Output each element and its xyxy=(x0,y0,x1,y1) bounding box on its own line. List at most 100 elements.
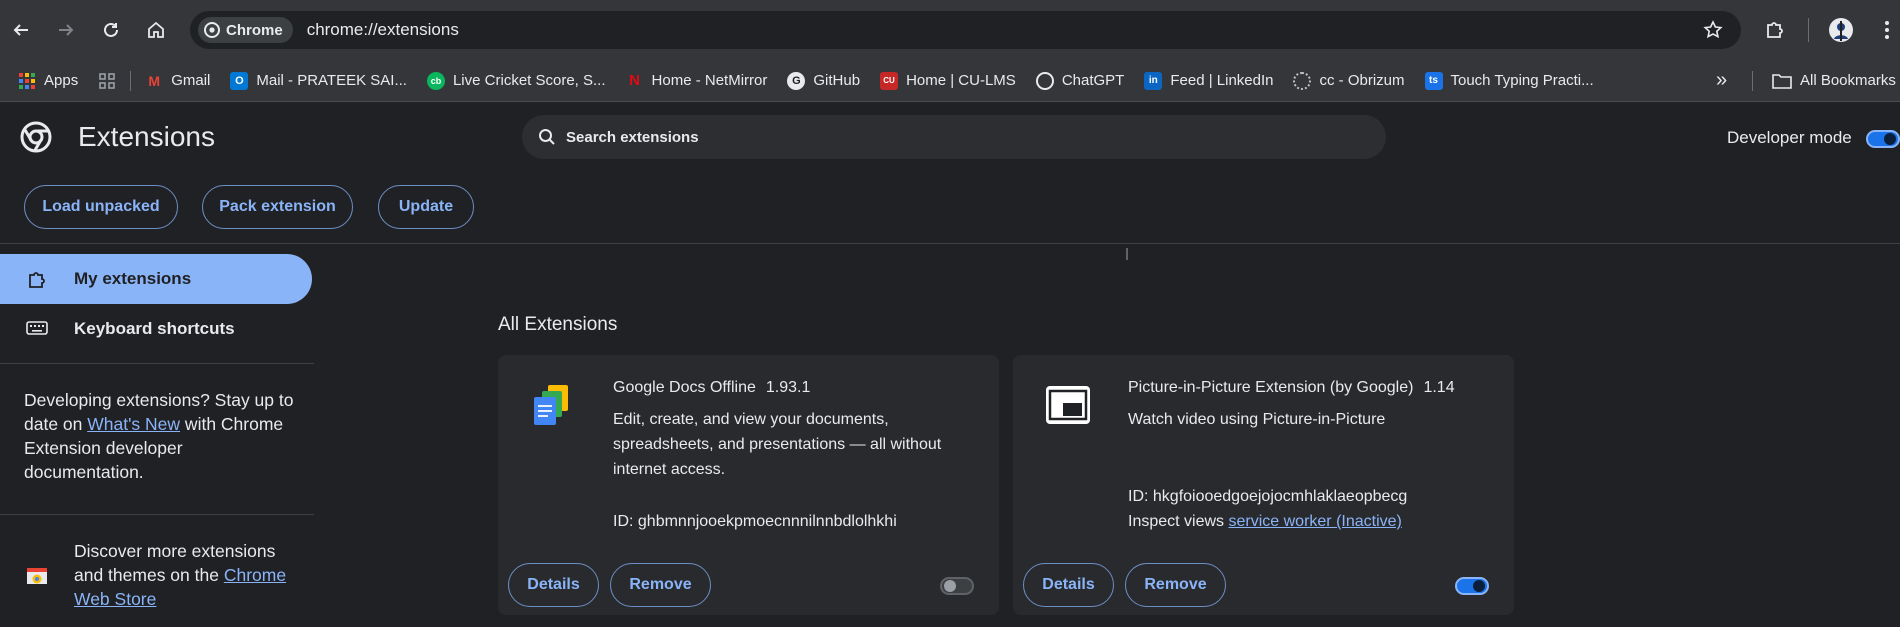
bookmark-cricbuzz[interactable]: cb Live Cricket Score, S... xyxy=(417,65,616,97)
bookmark-label: Mail - PRATEEK SAI... xyxy=(256,72,407,89)
bookmark-cu-lms[interactable]: CU Home | CU-LMS xyxy=(870,65,1026,97)
bookmark-label: ChatGPT xyxy=(1061,72,1125,89)
sidebar-item-label: Keyboard shortcuts xyxy=(74,319,235,338)
extension-card: Google Docs Offline 1.93.1 Edit, create, … xyxy=(498,355,999,615)
extension-version: 1.14 xyxy=(1423,379,1455,396)
folder-icon xyxy=(1772,73,1792,89)
cricbuzz-icon: cb xyxy=(426,71,445,90)
extension-name: Picture-in-Picture Extension (by Google)… xyxy=(1128,379,1455,397)
chrome-logo-icon xyxy=(204,22,220,38)
bookmark-gmail[interactable]: M Gmail xyxy=(135,65,220,97)
bookmark-github[interactable]: G GitHub xyxy=(777,65,870,97)
load-unpacked-button[interactable]: Load unpacked xyxy=(24,185,178,229)
developer-mode-toggle[interactable] xyxy=(1866,130,1900,148)
bookmark-label: Live Cricket Score, S... xyxy=(452,72,606,89)
reload-button[interactable] xyxy=(96,15,126,45)
chevron-double-right-icon: » xyxy=(1716,69,1728,91)
bookmark-linkedin[interactable]: in Feed | LinkedIn xyxy=(1134,65,1283,97)
extensions-menu-button[interactable] xyxy=(1760,15,1790,45)
apps-grid-icon xyxy=(18,72,36,90)
sidebar-item-keyboard-shortcuts[interactable]: Keyboard shortcuts xyxy=(0,304,312,354)
developer-mode-label: Developer mode xyxy=(1727,128,1852,147)
bookmark-obrizum[interactable]: cc - Obrizum xyxy=(1283,65,1414,97)
home-button[interactable] xyxy=(141,15,171,45)
bookmark-label: Gmail xyxy=(171,72,211,89)
extensions-header: Extensions Search extensions Developer m… xyxy=(0,103,1900,173)
back-button[interactable] xyxy=(6,15,36,45)
chrome-site-chip[interactable]: Chrome xyxy=(198,17,293,43)
arrow-left-icon xyxy=(13,24,28,36)
browser-menu-button[interactable] xyxy=(1872,15,1900,45)
bookmark-label: cc - Obrizum xyxy=(1319,72,1405,89)
web-store-text: Discover more extensions and themes on t… xyxy=(74,539,304,611)
developer-info-text: Developing extensions? Stay up to date o… xyxy=(24,388,294,484)
chrome-logo-icon xyxy=(20,121,52,153)
linkedin-icon: in xyxy=(1144,71,1163,90)
extension-enable-toggle[interactable] xyxy=(1455,577,1489,595)
scroll-marker xyxy=(1126,248,1128,260)
all-bookmarks-button[interactable]: All Bookmarks xyxy=(1762,65,1900,97)
star-icon xyxy=(1703,20,1723,39)
bookmark-separator xyxy=(1752,70,1753,91)
pack-extension-button[interactable]: Pack extension xyxy=(202,185,353,229)
bookmark-outlook-mail[interactable]: O Mail - PRATEEK SAI... xyxy=(220,65,417,97)
home-icon xyxy=(148,21,164,38)
sidebar-divider xyxy=(0,363,314,364)
typing-icon: ts xyxy=(1424,71,1443,90)
puzzle-icon xyxy=(29,272,45,288)
extension-card: Picture-in-Picture Extension (by Google)… xyxy=(1013,355,1514,615)
service-worker-link[interactable]: service worker (Inactive) xyxy=(1229,513,1402,530)
more-vert-icon xyxy=(1885,21,1889,39)
inspect-views-label: Inspect views xyxy=(1128,513,1225,530)
bookmark-label: Apps xyxy=(44,72,79,89)
arrow-right-icon xyxy=(59,24,74,36)
extension-description: Edit, create, and view your documents, s… xyxy=(613,411,942,478)
extension-description: Watch video using Picture-in-Picture xyxy=(1128,411,1386,428)
inspect-views: Inspect views service worker (Inactive) xyxy=(1128,513,1402,531)
bookmark-label: Home | CU-LMS xyxy=(906,72,1016,89)
extension-enable-toggle[interactable] xyxy=(940,577,974,595)
header-divider xyxy=(0,243,1900,244)
bookmark-tab-groups[interactable] xyxy=(88,65,126,97)
obrizum-icon xyxy=(1293,71,1312,90)
bookmark-separator xyxy=(130,70,132,91)
update-button[interactable]: Update xyxy=(378,185,474,229)
reload-icon xyxy=(104,22,118,37)
sidebar-divider xyxy=(0,514,314,515)
search-extensions-input[interactable]: Search extensions xyxy=(522,115,1386,159)
extension-name-text: Google Docs Offline xyxy=(613,379,756,396)
sidebar-item-my-extensions[interactable]: My extensions xyxy=(0,254,312,304)
bookmark-apps[interactable]: Apps xyxy=(8,65,88,97)
picture-in-picture-icon xyxy=(1046,386,1090,424)
cu-lms-icon: CU xyxy=(880,71,899,90)
details-button[interactable]: Details xyxy=(1023,563,1114,607)
bookmark-label: Touch Typing Practi... xyxy=(1450,72,1594,89)
bookmarks-overflow-button[interactable]: » xyxy=(1706,65,1737,97)
tab-groups-icon xyxy=(98,72,116,90)
url-text[interactable]: chrome://extensions xyxy=(307,20,459,40)
all-bookmarks-label: All Bookmarks xyxy=(1800,72,1896,89)
bookmark-star-button[interactable] xyxy=(1703,20,1723,45)
extension-id: ID: hkgfoiooedgoejojocmhlaklaeopbecg xyxy=(1128,488,1408,505)
address-bar[interactable]: Chrome chrome://extensions xyxy=(190,11,1741,49)
remove-button[interactable]: Remove xyxy=(1125,563,1226,607)
forward-button[interactable] xyxy=(51,15,81,45)
bookmark-chatgpt[interactable]: ChatGPT xyxy=(1026,65,1135,97)
remove-button[interactable]: Remove xyxy=(610,563,711,607)
google-docs-offline-icon xyxy=(534,385,568,425)
web-store-icon xyxy=(27,568,47,584)
search-placeholder: Search extensions xyxy=(566,128,699,146)
bookmark-label: Feed | LinkedIn xyxy=(1170,72,1274,89)
puzzle-icon xyxy=(1767,22,1783,38)
page-title: Extensions xyxy=(78,121,215,152)
search-icon xyxy=(539,129,555,145)
outlook-icon: O xyxy=(230,71,249,90)
whats-new-link[interactable]: What's New xyxy=(87,414,180,434)
bookmark-typing[interactable]: ts Touch Typing Practi... xyxy=(1415,65,1604,97)
toolbar-divider xyxy=(1808,18,1809,42)
details-button[interactable]: Details xyxy=(508,563,599,607)
profile-avatar-button[interactable] xyxy=(1826,15,1856,45)
extension-name-text: Picture-in-Picture Extension (by Google) xyxy=(1128,379,1414,396)
bookmark-label: Home - NetMirror xyxy=(651,72,768,89)
bookmark-netmirror[interactable]: N Home - NetMirror xyxy=(616,65,778,97)
